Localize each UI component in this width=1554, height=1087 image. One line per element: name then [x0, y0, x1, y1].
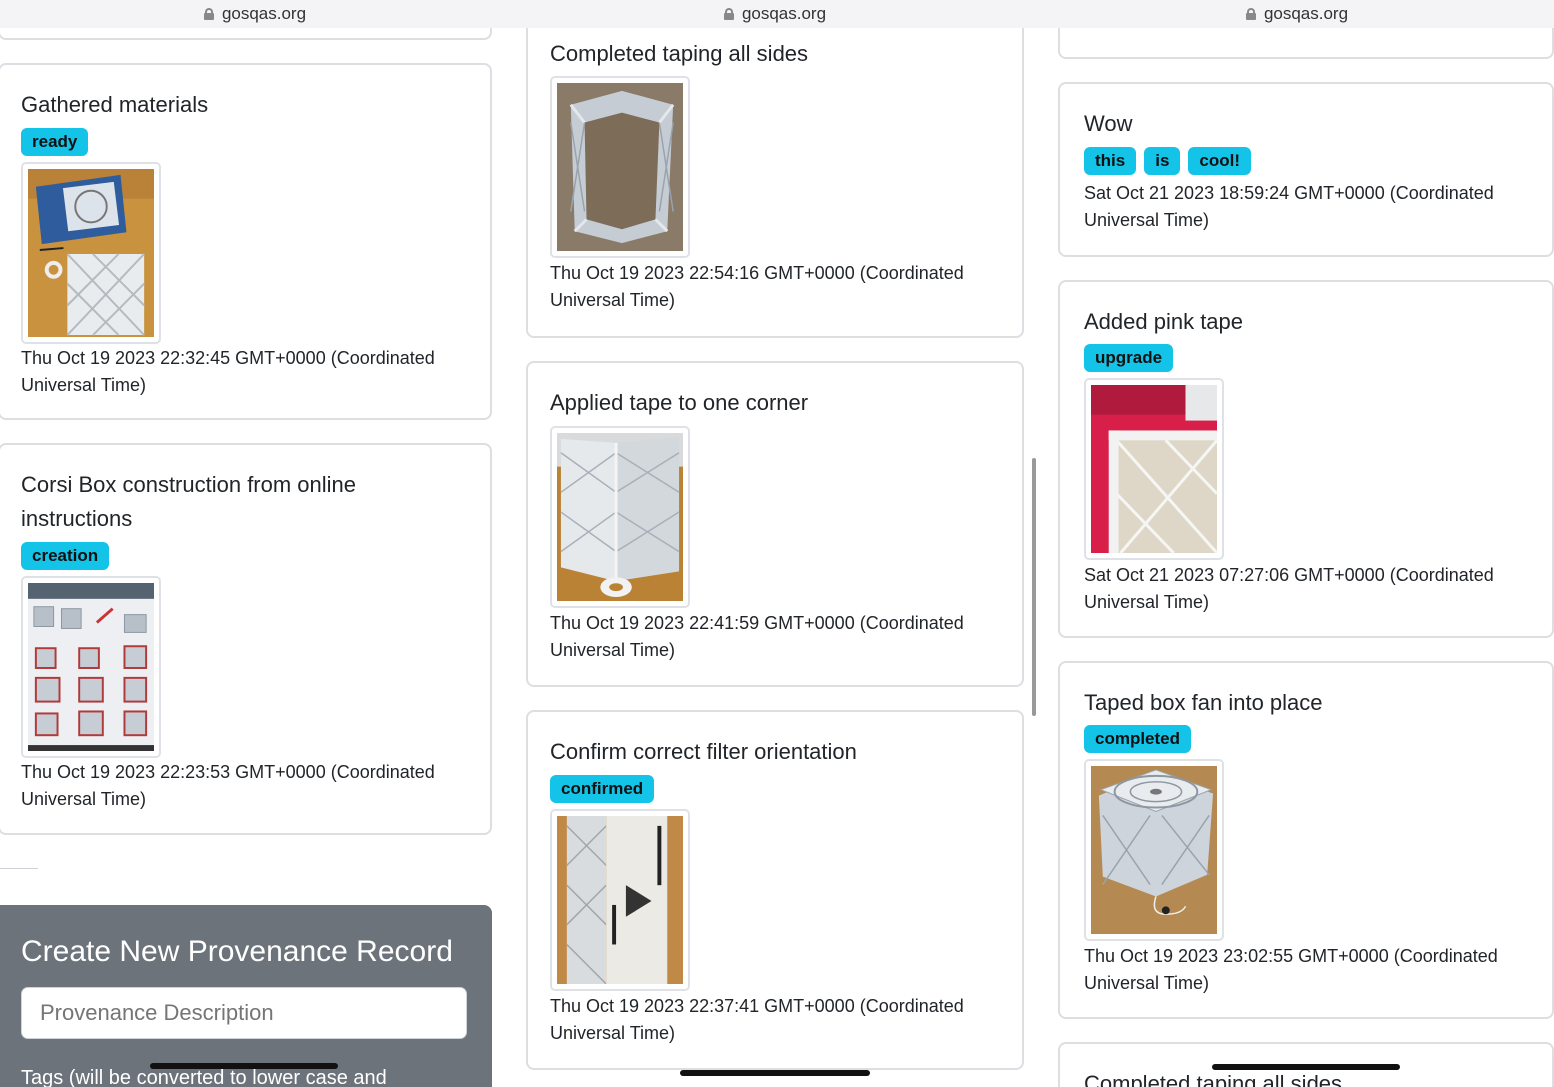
lock-icon — [1245, 8, 1256, 20]
record-image[interactable] — [21, 162, 161, 344]
form-title: Create New Provenance Record — [21, 935, 453, 968]
provenance-card[interactable]: Added pink tape upgrade Sat Oct 21 2023 … — [1058, 280, 1554, 638]
address-bar[interactable]: gosqas.org — [510, 0, 1040, 28]
card-title: Completed taping all sides — [550, 41, 809, 66]
tag-list: confirmed — [550, 775, 655, 803]
provenance-card[interactable]: Completed taping all sides Thu Oct 19 20… — [526, 0, 1024, 338]
record-image[interactable] — [21, 576, 161, 758]
card-title: Completed taping all sides — [1084, 1071, 1343, 1087]
timestamp: Thu Oct 19 2023 22:23:53 GMT+0000 (Coord… — [21, 762, 435, 782]
materials-photo — [28, 169, 154, 337]
timestamp: Thu Oct 19 2023 22:32:45 GMT+0000 (Coord… — [21, 348, 435, 368]
tag-list: upgrade — [1084, 344, 1174, 372]
filter-label-photo — [557, 816, 683, 984]
record-image[interactable] — [550, 809, 690, 991]
right-screenshot-panel: gosqas.org Wow this is cool! Sat Oct 21 … — [1040, 0, 1554, 1087]
tag-list: this is cool! — [1084, 147, 1252, 175]
home-indicator[interactable] — [1212, 1064, 1400, 1070]
middle-screenshot-panel: gosqas.org Completed taping all sides Th… — [510, 0, 1040, 1087]
timestamp: Thu Oct 19 2023 22:54:16 GMT+0000 (Coord… — [550, 263, 964, 283]
timestamp: Thu Oct 19 2023 22:41:59 GMT+0000 (Coord… — [550, 613, 964, 633]
timestamp-continued: Universal Time) — [550, 1023, 676, 1043]
provenance-card[interactable]: Confirm correct filter orientation confi… — [526, 710, 1024, 1070]
provenance-card[interactable]: Corsi Box construction from online instr… — [0, 443, 492, 835]
provenance-card[interactable]: Wow this is cool! Sat Oct 21 2023 18:59:… — [1058, 82, 1554, 257]
instructions-photo — [28, 583, 154, 751]
tag-badge[interactable]: cool! — [1188, 147, 1252, 175]
url-text: gosqas.org — [221, 4, 307, 23]
tag-badge[interactable]: this — [1084, 147, 1137, 175]
record-image[interactable] — [550, 76, 690, 258]
card-title: Applied tape to one corner — [550, 390, 809, 415]
card-title: Wow — [1084, 111, 1133, 136]
address-bar[interactable]: gosqas.org — [0, 0, 510, 28]
timestamp: Sat Oct 21 2023 07:27:06 GMT+0000 (Coord… — [1084, 565, 1494, 585]
card-title: Added pink tape — [1084, 309, 1244, 334]
record-image[interactable] — [550, 426, 690, 608]
address-bar[interactable]: gosqas.org — [1040, 0, 1554, 28]
timestamp-continued: Universal Time) — [21, 789, 147, 809]
timestamp: Sat Oct 21 2023 18:59:24 GMT+0000 (Coord… — [1084, 183, 1494, 203]
box-fan-photo — [1091, 766, 1217, 934]
left-screenshot-panel: gosqas.org Gathered materials ready Thu … — [0, 0, 510, 1087]
create-record-form: Create New Provenance Record Tags (will … — [0, 905, 492, 1087]
tag-badge[interactable]: upgrade — [1084, 344, 1174, 372]
tag-badge[interactable]: ready — [21, 128, 89, 156]
timestamp-continued: Universal Time) — [1084, 592, 1210, 612]
lock-icon — [203, 8, 214, 20]
corner-tape-photo — [557, 433, 683, 601]
card-title: Corsi Box construction from online — [21, 472, 357, 497]
provenance-card[interactable]: Gathered materials ready Thu Oct 19 2023… — [0, 63, 492, 420]
timestamp-continued: Universal Time) — [550, 640, 676, 660]
home-indicator[interactable] — [150, 1063, 338, 1069]
provenance-description-input[interactable] — [21, 987, 467, 1039]
card-title: Confirm correct filter orientation — [550, 739, 857, 764]
scrollbar[interactable] — [1032, 458, 1036, 716]
record-image[interactable] — [1084, 759, 1224, 941]
tag-list: creation — [21, 542, 110, 570]
url-text: gosqas.org — [741, 4, 827, 23]
tag-list: ready — [21, 128, 89, 156]
tag-badge[interactable]: creation — [21, 542, 110, 570]
card-title: Gathered materials — [21, 92, 209, 117]
timestamp-continued: Universal Time) — [1084, 210, 1210, 230]
lock-icon — [723, 8, 734, 20]
pink-tape-photo — [1091, 385, 1217, 553]
tag-badge[interactable]: confirmed — [550, 775, 655, 803]
timestamp-continued: Universal Time) — [550, 290, 676, 310]
provenance-card[interactable]: Applied tape to one corner Thu Oct 19 20… — [526, 361, 1024, 687]
card-title-continued: instructions — [21, 506, 133, 531]
timestamp: Thu Oct 19 2023 23:02:55 GMT+0000 (Coord… — [1084, 946, 1498, 966]
record-image[interactable] — [1084, 378, 1224, 560]
home-indicator[interactable] — [680, 1070, 870, 1076]
card-title: Taped box fan into place — [1084, 690, 1323, 715]
divider — [0, 868, 38, 869]
taped-box-photo — [557, 83, 683, 251]
timestamp: Thu Oct 19 2023 22:37:41 GMT+0000 (Coord… — [550, 996, 964, 1016]
timestamp-continued: Universal Time) — [21, 375, 147, 395]
tags-hint-label: Tags (will be converted to lower case an… — [21, 1067, 387, 1087]
tag-badge[interactable]: is — [1144, 147, 1181, 175]
tag-badge[interactable]: completed — [1084, 725, 1192, 753]
timestamp-continued: Universal Time) — [1084, 973, 1210, 993]
tag-list: completed — [1084, 725, 1192, 753]
provenance-card[interactable]: Taped box fan into place completed Thu O… — [1058, 661, 1554, 1019]
url-text: gosqas.org — [1263, 4, 1349, 23]
